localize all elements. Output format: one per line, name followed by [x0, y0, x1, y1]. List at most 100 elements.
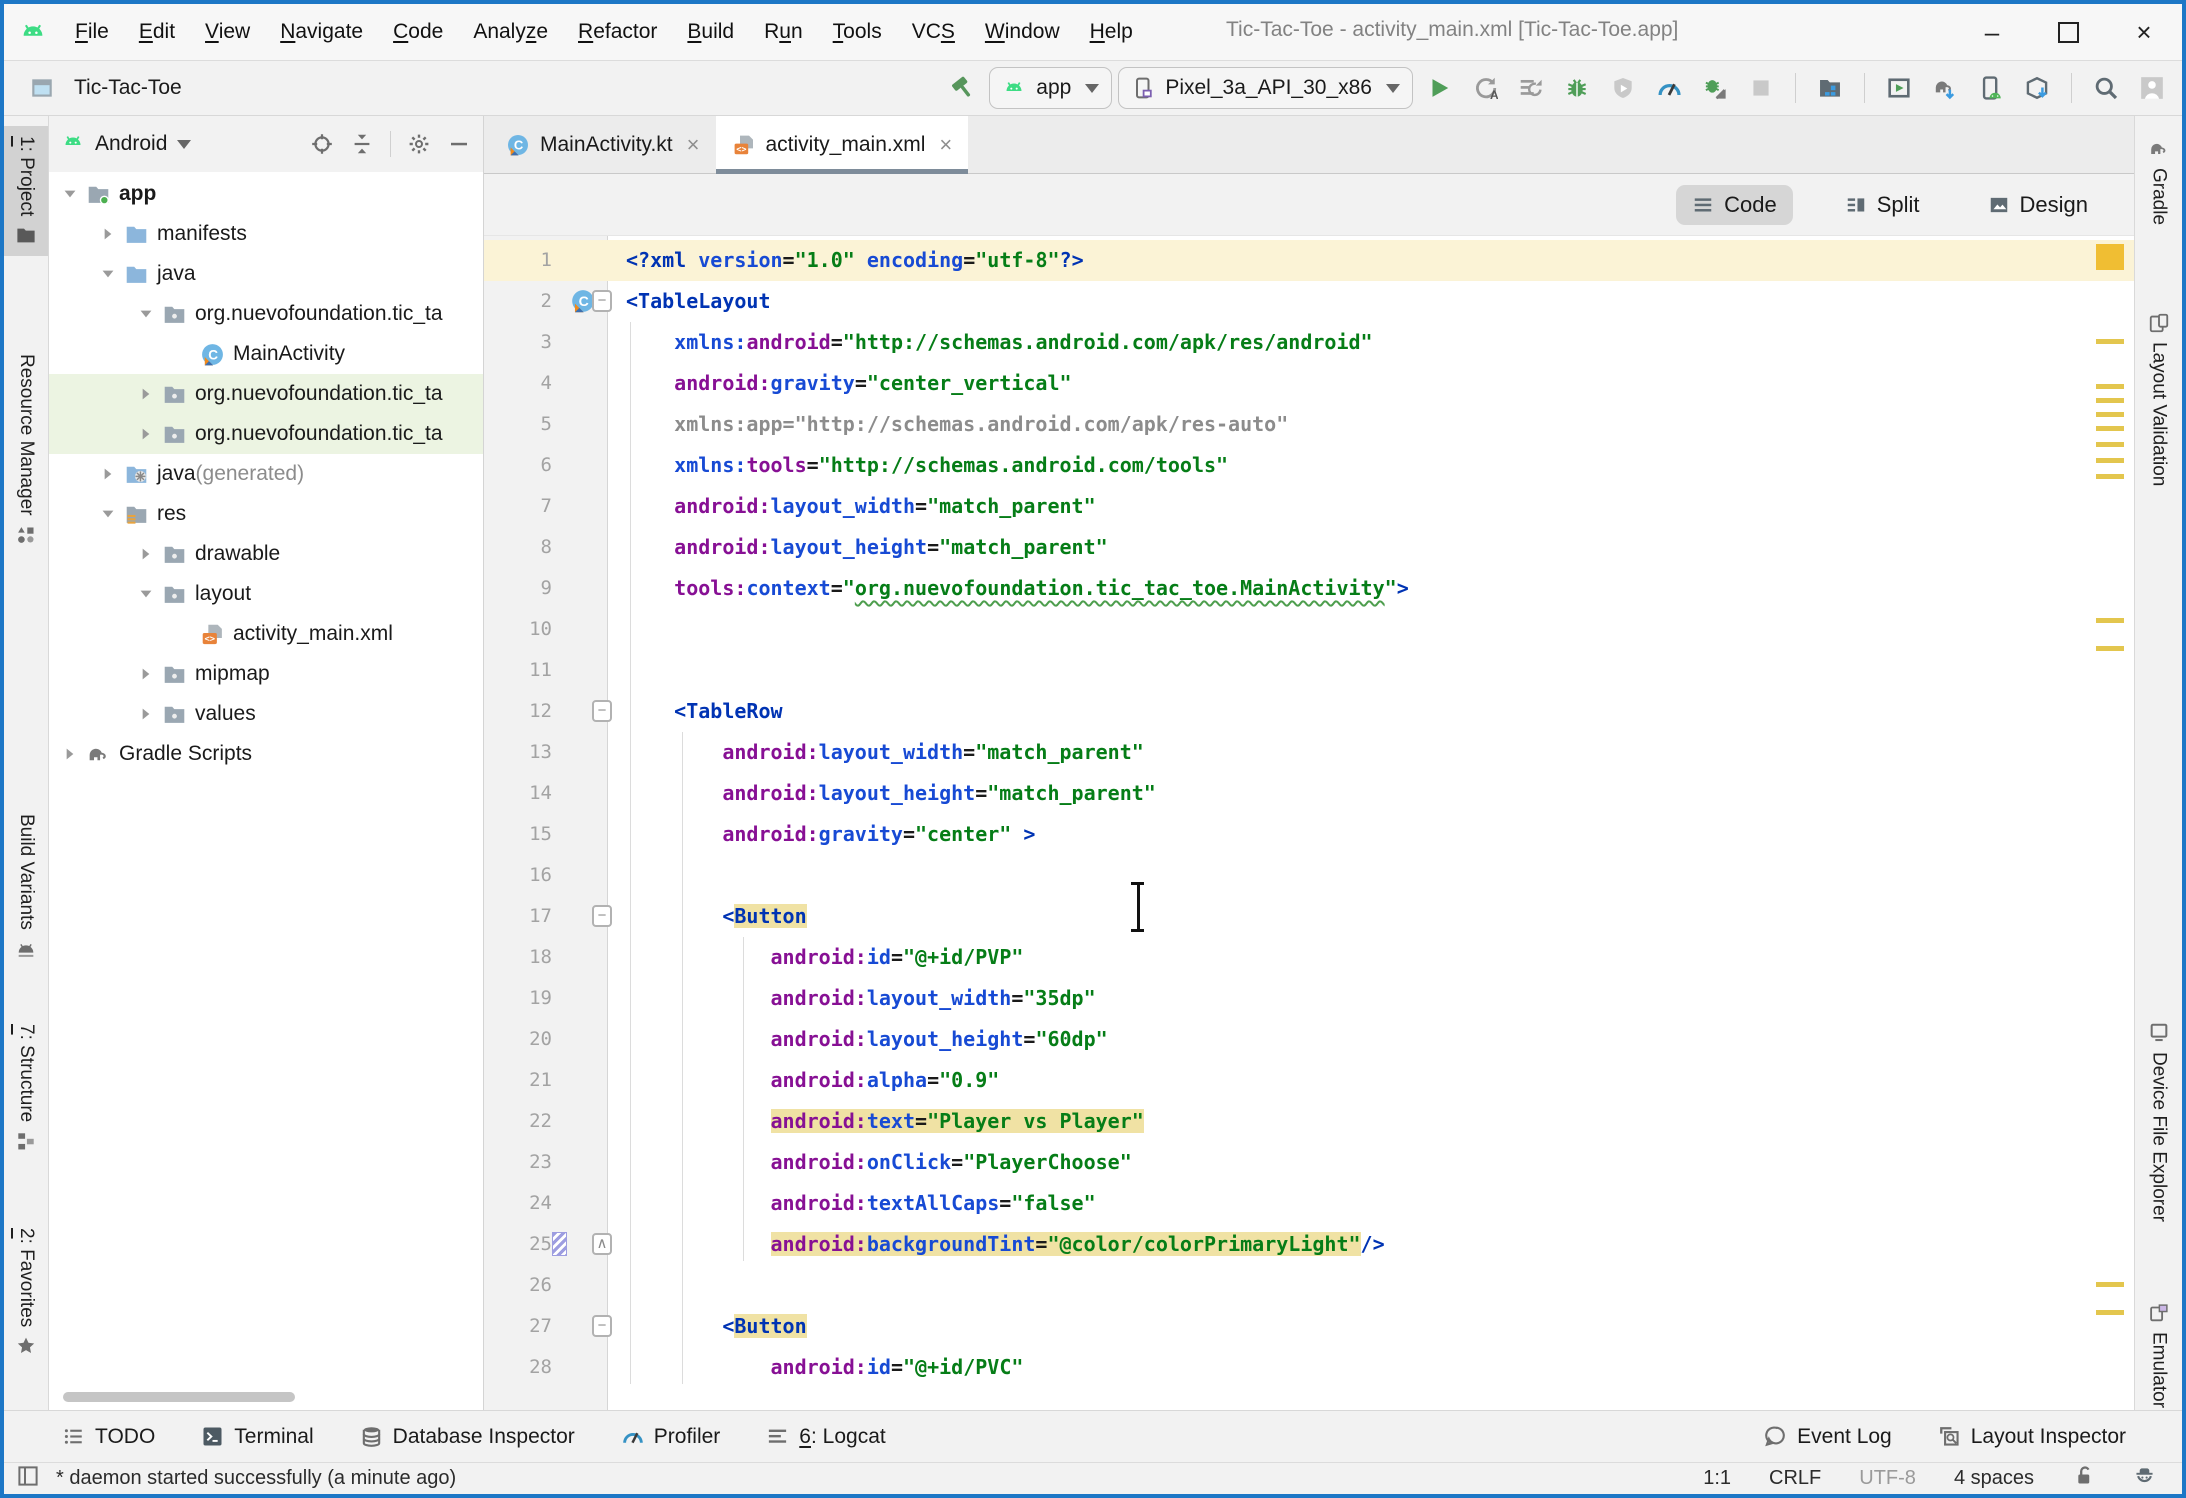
tree-row-gradle-scripts[interactable]: Gradle Scripts: [49, 734, 483, 774]
tree-row-java[interactable]: java: [49, 254, 483, 294]
menu-code[interactable]: Code: [382, 16, 454, 48]
stripe-tab-device-file-explorer[interactable]: Device File Explorer: [2135, 1012, 2182, 1232]
chevron-down-icon[interactable]: [57, 184, 83, 204]
line-ending-indicator[interactable]: CRLF: [1769, 1467, 1821, 1490]
fold-start-marker[interactable]: −: [592, 905, 612, 927]
tool-window-button-profiler[interactable]: Profiler: [621, 1425, 721, 1449]
device-select[interactable]: Pixel_3a_API_30_x86: [1118, 67, 1413, 109]
stripe-tab-1-project[interactable]: 1: Project: [4, 126, 48, 256]
stripe-tab-build-variants[interactable]: Build Variants: [4, 804, 48, 970]
gradle-sync-button[interactable]: [1925, 68, 1965, 108]
locate-file-icon[interactable]: [310, 132, 334, 156]
project-structure-button[interactable]: [1810, 68, 1850, 108]
indent-indicator[interactable]: 4 spaces: [1954, 1467, 2034, 1490]
warning-stripe-mark[interactable]: [2096, 646, 2124, 651]
project-horizontal-scrollbar[interactable]: [63, 1392, 295, 1402]
caret-position[interactable]: 1:1: [1703, 1467, 1731, 1490]
project-breadcrumb[interactable]: Tic-Tac-Toe: [22, 68, 182, 108]
tree-row-drawable[interactable]: drawable: [49, 534, 483, 574]
stripe-tab-7-structure[interactable]: 7: Structure: [4, 1014, 48, 1162]
tool-window-button-6-logcat[interactable]: 6: Logcat: [766, 1425, 885, 1449]
debug-button[interactable]: [1557, 68, 1597, 108]
warning-stripe-mark[interactable]: [2096, 412, 2124, 417]
tool-window-toggle-icon[interactable]: [16, 1464, 40, 1494]
stripe-tab-gradle[interactable]: Gradle: [2135, 128, 2182, 235]
warning-stripe-mark[interactable]: [2096, 442, 2124, 447]
tree-row-values[interactable]: values: [49, 694, 483, 734]
chevron-down-icon[interactable]: [177, 140, 191, 149]
menu-tools[interactable]: Tools: [822, 16, 893, 48]
run-anything-button[interactable]: [1879, 68, 1919, 108]
encoding-indicator[interactable]: UTF-8: [1859, 1467, 1916, 1490]
editor-tab-activity-main-xml[interactable]: <>activity_main.xml×: [716, 116, 969, 173]
warning-stripe-mark[interactable]: [2096, 1282, 2124, 1287]
attach-debugger-button[interactable]: [1603, 68, 1643, 108]
search-everywhere-button[interactable]: [2086, 68, 2126, 108]
code-editor[interactable]: 1<?xml version="1.0" encoding="utf-8"?>2…: [484, 236, 2134, 1410]
warning-stripe-mark[interactable]: [2096, 474, 2124, 479]
view-mode-design[interactable]: Design: [1972, 185, 2104, 225]
apply-changes-restart-button[interactable]: A: [1465, 68, 1505, 108]
menu-run[interactable]: Run: [753, 16, 814, 48]
chevron-down-icon[interactable]: [133, 584, 159, 604]
run-button[interactable]: [1419, 68, 1459, 108]
tool-window-button-layout-inspector[interactable]: Layout Inspector: [1938, 1425, 2126, 1449]
tool-window-button-database-inspector[interactable]: Database Inspector: [360, 1425, 575, 1449]
tree-row-layout[interactable]: layout: [49, 574, 483, 614]
chevron-down-icon[interactable]: [133, 304, 159, 324]
menu-build[interactable]: Build: [676, 16, 745, 48]
profiler-button[interactable]: [1649, 68, 1689, 108]
warning-stripe-mark[interactable]: [2096, 339, 2124, 344]
fold-start-marker[interactable]: −: [592, 700, 612, 722]
profile-app-button[interactable]: [1695, 68, 1735, 108]
menu-view[interactable]: View: [194, 16, 261, 48]
sdk-manager-button[interactable]: [2017, 68, 2057, 108]
stripe-tab-2-favorites[interactable]: 2: Favorites: [4, 1218, 48, 1367]
fold-start-marker[interactable]: −: [592, 1315, 612, 1337]
chevron-right-icon[interactable]: [133, 424, 159, 444]
tree-row-mainactivity[interactable]: CMainActivity: [49, 334, 483, 374]
editor-tab-mainactivity-kt[interactable]: CMainActivity.kt×: [490, 116, 716, 173]
device-manager-button[interactable]: [1971, 68, 2011, 108]
tree-row-app[interactable]: app: [49, 174, 483, 214]
warning-stripe-mark[interactable]: [2096, 458, 2124, 463]
stripe-tab-emulator[interactable]: Emulator: [2135, 1292, 2182, 1418]
chevron-right-icon[interactable]: [133, 704, 159, 724]
chevron-right-icon[interactable]: [133, 664, 159, 684]
warning-stripe-mark[interactable]: [2096, 1310, 2124, 1315]
build-hammer-button[interactable]: [943, 68, 983, 108]
stop-button[interactable]: [1741, 68, 1781, 108]
run-config-select[interactable]: app: [989, 67, 1112, 109]
warning-stripe-mark[interactable]: [2096, 426, 2124, 431]
tree-row-res[interactable]: res: [49, 494, 483, 534]
chevron-right-icon[interactable]: [133, 544, 159, 564]
hide-panel-icon[interactable]: [447, 132, 471, 156]
menu-vcs[interactable]: VCS: [901, 16, 966, 48]
minimize-button[interactable]: –: [1954, 4, 2030, 60]
chevron-right-icon[interactable]: [95, 464, 121, 484]
warning-stripe-mark[interactable]: [2096, 384, 2124, 389]
fold-end-marker[interactable]: ∧: [592, 1233, 612, 1255]
warning-stripe-mark[interactable]: [2096, 618, 2124, 623]
chevron-right-icon[interactable]: [133, 384, 159, 404]
view-mode-split[interactable]: Split: [1829, 185, 1936, 225]
close-icon[interactable]: ×: [687, 132, 700, 158]
tree-row-activity-main-xml[interactable]: <>activity_main.xml: [49, 614, 483, 654]
warning-stripe-mark[interactable]: [2096, 398, 2124, 403]
tree-row-java[interactable]: java (generated): [49, 454, 483, 494]
tree-row-manifests[interactable]: manifests: [49, 214, 483, 254]
tool-window-button-terminal[interactable]: Terminal: [201, 1425, 313, 1449]
menu-window[interactable]: Window: [974, 16, 1071, 48]
warning-stripe-mark[interactable]: [2096, 244, 2124, 270]
chevron-right-icon[interactable]: [57, 744, 83, 764]
tree-row-mipmap[interactable]: mipmap: [49, 654, 483, 694]
close-icon[interactable]: ×: [939, 132, 952, 158]
tree-row-org-nuevofoundation-tic-ta[interactable]: org.nuevofoundation.tic_ta: [49, 414, 483, 454]
menu-refactor[interactable]: Refactor: [567, 16, 668, 48]
menu-navigate[interactable]: Navigate: [269, 16, 374, 48]
gear-icon[interactable]: [407, 132, 431, 156]
stripe-tab-layout-validation[interactable]: Layout Validation: [2135, 302, 2182, 496]
lock-open-icon[interactable]: [2072, 1464, 2095, 1493]
fold-start-marker[interactable]: −: [592, 290, 612, 312]
maximize-button[interactable]: [2030, 4, 2106, 60]
